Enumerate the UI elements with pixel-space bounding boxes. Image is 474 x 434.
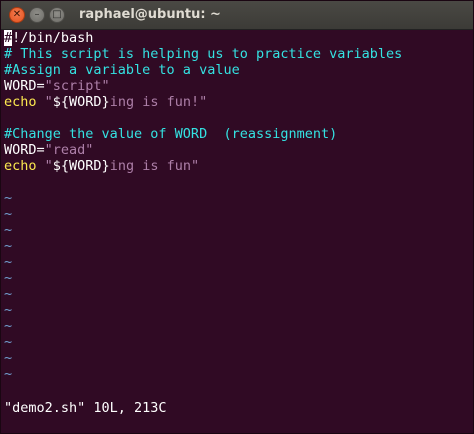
vim-editor[interactable]: #!/bin/bash # This script is helping us … (1, 30, 473, 433)
empty-line-tilde: ~ (4, 238, 13, 254)
shebang-text: !/bin/bash (12, 30, 94, 46)
terminal-window: ✕ – □ raphael@ubuntu: ~ #!/bin/bash # Th… (0, 0, 474, 434)
variable-name: WORD= (4, 78, 45, 94)
code-line-7: #Change the value of WORD (reassignment) (4, 126, 338, 142)
empty-line-tilde: ~ (4, 190, 13, 206)
empty-line-tilde: ~ (4, 222, 13, 238)
empty-line-tilde: ~ (4, 270, 13, 286)
empty-line-tilde: ~ (4, 302, 13, 318)
window-title: raphael@ubuntu: ~ (79, 7, 221, 22)
code-line-4: WORD="script" (4, 78, 473, 94)
code-line-2: # This script is helping us to practice … (4, 46, 403, 62)
echo-keyword: echo (4, 94, 37, 110)
maximize-icon[interactable]: □ (49, 7, 65, 23)
string-open: " (36, 94, 53, 110)
vim-status-line: "demo2.sh" 10L, 213C (4, 400, 167, 416)
code-line-5: echo "${WORD}ing is fun!" (4, 94, 473, 110)
empty-line-tilde: ~ (4, 366, 13, 382)
empty-line-tilde: ~ (4, 318, 13, 334)
text-cursor: # (4, 30, 13, 46)
minimize-icon[interactable]: – (29, 7, 45, 23)
empty-line-tilde: ~ (4, 254, 13, 270)
empty-line-tilde: ~ (4, 206, 13, 222)
empty-line-tilde: ~ (4, 334, 13, 350)
string-value: "read" (44, 142, 94, 158)
code-line-3: #Assign a variable to a value (4, 62, 240, 78)
title-bar[interactable]: ✕ – □ raphael@ubuntu: ~ (1, 1, 473, 30)
code-line-1: #!/bin/bash (4, 30, 473, 46)
echo-keyword: echo (4, 158, 37, 174)
string-rest: ing is fun" (109, 158, 200, 174)
empty-line-tilde: ~ (4, 350, 13, 366)
empty-line-tilde: ~ (4, 286, 13, 302)
close-icon[interactable]: ✕ (9, 7, 25, 23)
variable-reference: ${WORD} (52, 158, 110, 174)
string-rest: ing is fun!" (109, 94, 208, 110)
code-line-8: WORD="read" (4, 142, 473, 158)
string-value: "script" (44, 78, 110, 94)
code-line-9: echo "${WORD}ing is fun" (4, 158, 473, 174)
string-open: " (36, 158, 53, 174)
variable-reference: ${WORD} (52, 94, 110, 110)
variable-name: WORD= (4, 142, 45, 158)
